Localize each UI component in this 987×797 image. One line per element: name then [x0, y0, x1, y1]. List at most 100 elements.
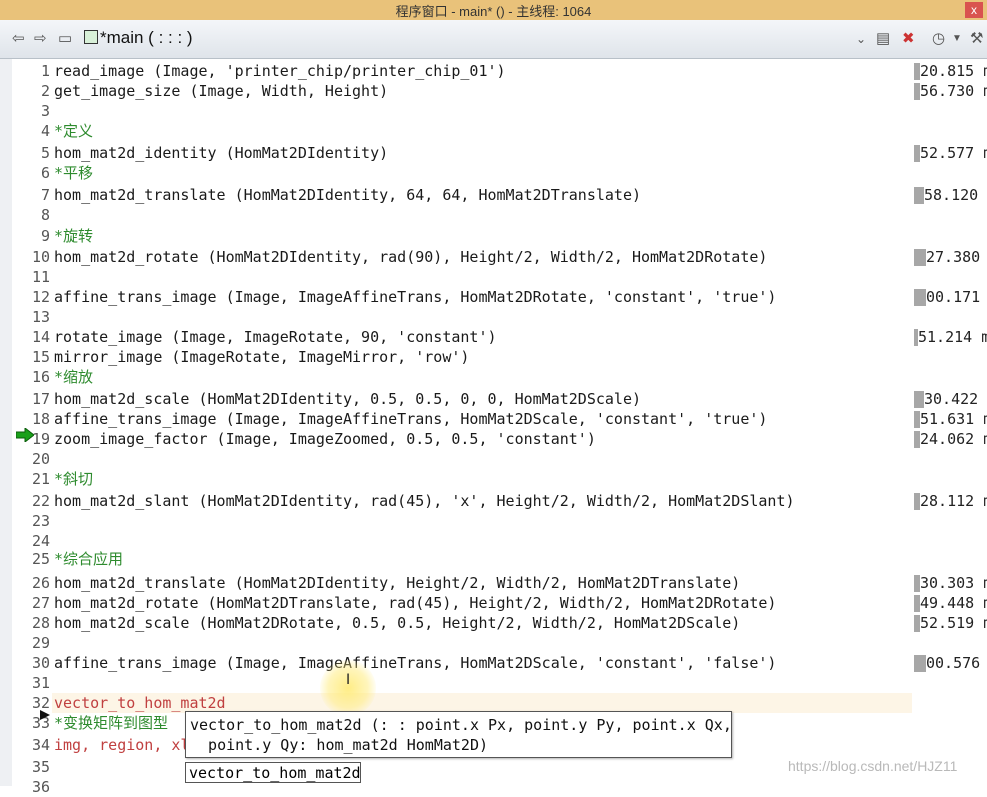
print-icon[interactable]: ▤: [876, 30, 890, 48]
forward-arrow-icon[interactable]: ⇨: [34, 30, 47, 48]
code-text[interactable]: img, region, xld: [54, 735, 199, 755]
line-number: 21: [31, 470, 50, 488]
line-number: 28: [31, 614, 50, 632]
debug-icon[interactable]: ✖: [902, 30, 915, 48]
tools-icon[interactable]: ⚒: [970, 30, 983, 48]
code-text[interactable]: hom_mat2d_slant (HomMat2DIdentity, rad(4…: [54, 491, 795, 511]
code-text[interactable]: rotate_image (Image, ImageRotate, 90, 'c…: [54, 327, 497, 347]
code-line[interactable]: 23: [0, 511, 987, 531]
code-text[interactable]: hom_mat2d_translate (HomMat2DIdentity, 6…: [54, 185, 641, 205]
line-number: 7: [40, 186, 50, 204]
code-line[interactable]: 36: [0, 777, 987, 797]
timer-dropdown-icon[interactable]: ▼: [952, 30, 962, 48]
code-line[interactable]: 20: [0, 449, 987, 469]
code-line[interactable]: 3: [0, 101, 987, 121]
code-line[interactable]: 13: [0, 307, 987, 327]
autocomplete-item[interactable]: vector_to_hom_mat2d: [185, 762, 361, 783]
code-text[interactable]: hom_mat2d_rotate (HomMat2DTranslate, rad…: [54, 593, 776, 613]
code-line[interactable]: 31: [0, 673, 987, 693]
execution-time-value: 20.815 ms: [920, 62, 987, 80]
code-line[interactable]: 32 vector_to_hom_mat2d: [0, 693, 987, 713]
code-line[interactable]: 7 hom_mat2d_translate (HomMat2DIdentity, …: [0, 185, 987, 205]
execution-time: 52.519 ms: [914, 613, 987, 633]
code-text[interactable]: hom_mat2d_scale (HomMat2DRotate, 0.5, 0.…: [54, 613, 740, 633]
code-text[interactable]: zoom_image_factor (Image, ImageZoomed, 0…: [54, 429, 596, 449]
code-line[interactable]: 9 *旋转: [0, 226, 987, 246]
close-icon[interactable]: x: [965, 2, 983, 18]
folder-icon[interactable]: ▭: [58, 30, 72, 48]
comment-text[interactable]: *定义: [54, 121, 93, 141]
code-line[interactable]: 26 hom_mat2d_translate (HomMat2DIdentity,…: [0, 573, 987, 593]
code-line[interactable]: 18 affine_trans_image (Image, ImageAffine…: [0, 409, 987, 429]
comment-text[interactable]: *斜切: [54, 469, 93, 489]
line-number: 6: [40, 164, 50, 182]
window-title: 程序窗口 - main* () - 主线程: 1064: [395, 3, 592, 19]
timer-icon[interactable]: ◷: [932, 30, 945, 48]
code-line[interactable]: 17 hom_mat2d_scale (HomMat2DIdentity, 0.5…: [0, 389, 987, 409]
code-text[interactable]: hom_mat2d_scale (HomMat2DIdentity, 0.5, …: [54, 389, 641, 409]
line-number: 36: [31, 778, 50, 796]
execution-time-value: 30.422 ms: [924, 390, 979, 408]
code-line[interactable]: 27 hom_mat2d_rotate (HomMat2DTranslate, r…: [0, 593, 987, 613]
code-line[interactable]: 1 read_image (Image, 'printer_chip/printe…: [0, 61, 987, 81]
code-text[interactable]: affine_trans_image (Image, ImageAffineTr…: [54, 409, 767, 429]
line-number: 13: [31, 308, 50, 326]
comment-text[interactable]: *综合应用: [54, 549, 123, 569]
back-arrow-icon[interactable]: ⇦: [12, 30, 25, 48]
execution-time-value: -: [914, 348, 987, 366]
code-line[interactable]: 6 *平移: [0, 163, 987, 183]
code-line[interactable]: 28 hom_mat2d_scale (HomMat2DRotate, 0.5, …: [0, 613, 987, 633]
comment-text[interactable]: *变换矩阵到图型: [54, 713, 168, 733]
code-text[interactable]: get_image_size (Image, Width, Height): [54, 81, 388, 101]
code-line[interactable]: 19 zoom_image_factor (Image, ImageZoomed,…: [0, 429, 987, 449]
line-number: 17: [31, 390, 50, 408]
code-line[interactable]: 12 affine_trans_image (Image, ImageAffine…: [0, 287, 987, 307]
code-line[interactable]: 10 hom_mat2d_rotate (HomMat2DIdentity, ra…: [0, 247, 987, 267]
line-number: 16: [31, 368, 50, 386]
execution-time-value: 28.112 ms: [920, 492, 987, 510]
code-line[interactable]: 24: [0, 531, 987, 551]
code-line[interactable]: 5 hom_mat2d_identity (HomMat2DIdentity) 52…: [0, 143, 987, 163]
comment-text[interactable]: *平移: [54, 163, 93, 183]
execution-time-value: 49.448 ms: [920, 594, 987, 612]
procedure-tab-label: *main ( : : : ): [100, 28, 193, 47]
line-number: 29: [31, 634, 50, 652]
code-text[interactable]: read_image (Image, 'printer_chip/printer…: [54, 61, 506, 81]
line-number: 9: [40, 227, 50, 245]
line-number: 31: [31, 674, 50, 692]
code-line[interactable]: 15 mirror_image (ImageRotate, ImageMirror…: [0, 347, 987, 367]
code-text[interactable]: affine_trans_image (Image, ImageAffineTr…: [54, 287, 776, 307]
line-number: 12: [31, 288, 50, 306]
code-line[interactable]: 16 *缩放: [0, 367, 987, 387]
line-number: 8: [40, 206, 50, 224]
comment-text[interactable]: *缩放: [54, 367, 93, 387]
code-line[interactable]: 8: [0, 205, 987, 225]
code-line[interactable]: 11: [0, 267, 987, 287]
execution-time: 58.120 ms: [914, 185, 987, 205]
comment-text[interactable]: *旋转: [54, 226, 93, 246]
line-number: 3: [40, 102, 50, 120]
code-text[interactable]: mirror_image (ImageRotate, ImageMirror, …: [54, 347, 469, 367]
procedure-tab[interactable]: *main ( : : : ): [84, 28, 193, 48]
code-line[interactable]: 22 hom_mat2d_slant (HomMat2DIdentity, rad…: [0, 491, 987, 511]
code-text[interactable]: hom_mat2d_translate (HomMat2DIdentity, H…: [54, 573, 740, 593]
code-text[interactable]: hom_mat2d_rotate (HomMat2DIdentity, rad(…: [54, 247, 767, 267]
code-line[interactable]: 14 rotate_image (Image, ImageRotate, 90, …: [0, 327, 987, 347]
execution-time-value: 52.519 ms: [920, 614, 987, 632]
code-text[interactable]: hom_mat2d_identity (HomMat2DIdentity): [54, 143, 388, 163]
dropdown-chevron-icon[interactable]: ⌄: [856, 30, 866, 48]
tooltip-line-2: point.y Qy: hom_mat2d HomMat2D): [190, 736, 489, 754]
code-line[interactable]: 21 *斜切: [0, 469, 987, 489]
code-text[interactable]: vector_to_hom_mat2d: [54, 693, 226, 713]
execution-time-value: 56.730 ms: [920, 82, 987, 100]
code-line[interactable]: 25 *综合应用: [0, 549, 987, 569]
autocomplete-item-label: vector_to_hom_mat2d: [189, 764, 361, 782]
code-line[interactable]: 29: [0, 633, 987, 653]
execution-time: 51.214 ms: [914, 327, 987, 347]
execution-time: 49.448 ms: [914, 593, 987, 613]
line-number: 34: [31, 736, 50, 754]
code-line[interactable]: 4 *定义: [0, 121, 987, 141]
code-line[interactable]: 2 get_image_size (Image, Width, Height) 56…: [0, 81, 987, 101]
code-line[interactable]: 30 affine_trans_image (Image, ImageAffine…: [0, 653, 987, 673]
code-text[interactable]: affine_trans_image (Image, ImageAffineTr…: [54, 653, 776, 673]
